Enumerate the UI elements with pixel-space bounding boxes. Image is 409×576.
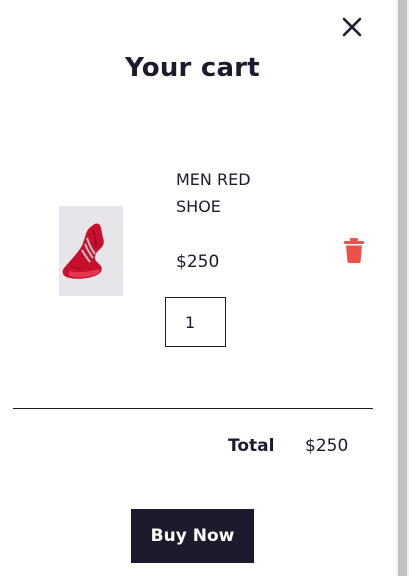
delete-item-button[interactable] [343, 238, 365, 263]
trash-icon [343, 238, 365, 267]
total-value: $250 [305, 436, 349, 456]
buy-now-button[interactable]: Buy Now [131, 509, 254, 563]
cart-title: Your cart [125, 53, 260, 83]
scrollbar-thumb[interactable] [398, 0, 407, 576]
close-button[interactable] [339, 14, 365, 40]
divider [13, 408, 373, 409]
cart-panel: Your cart MEN RED SHOE $250 Total $250 B… [0, 0, 409, 576]
total-label: Total [228, 436, 275, 456]
product-price: $250 [176, 252, 220, 272]
quantity-input[interactable] [165, 297, 226, 347]
close-icon [339, 14, 365, 40]
product-name: MEN RED SHOE [176, 170, 251, 216]
product-image [59, 206, 123, 296]
